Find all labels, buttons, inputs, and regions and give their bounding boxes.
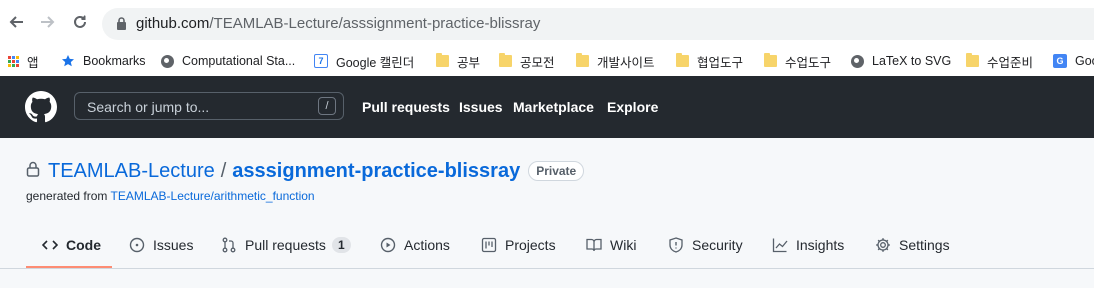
address-bar[interactable]: github.com/TEAMLAB-Lecture/asssignment-p… [102, 8, 1094, 40]
tab-security[interactable]: Security [668, 222, 743, 268]
repo-title: TEAMLAB-Lecture / asssignment-practice-b… [26, 158, 585, 184]
forward-arrow-icon [41, 16, 55, 28]
bookmark-computational-sta[interactable]: Computational Sta... [161, 46, 295, 76]
folder-icon [764, 53, 777, 67]
url-text: github.com/TEAMLAB-Lecture/asssignment-p… [136, 15, 541, 32]
search-input[interactable]: Search or jump to... / [74, 92, 344, 120]
tab-actions[interactable]: Actions [380, 222, 450, 268]
repo-name-link[interactable]: asssignment-practice-blissray [232, 160, 520, 183]
apps-grid-icon [8, 55, 19, 67]
folder-icon [966, 53, 979, 67]
bookmark-folder-collab-tools[interactable]: 협업도구 [676, 46, 743, 76]
repo-tabs: Code Issues Pull requests 1 Actions Proj… [0, 222, 1094, 268]
bookmark-latex-to-svg[interactable]: LaTeX to SVG [851, 46, 951, 76]
github-logo-icon[interactable] [25, 91, 57, 128]
lock-icon [26, 161, 40, 182]
bookmark-google-translate[interactable]: G Goo [1053, 46, 1094, 76]
reload-button[interactable] [69, 11, 91, 33]
code-icon [42, 237, 58, 253]
tab-projects[interactable]: Projects [481, 222, 556, 268]
issue-icon [129, 237, 145, 253]
pull-requests-count: 1 [331, 237, 351, 253]
bookmark-folder-contest[interactable]: 공모전 [499, 46, 555, 76]
tabs-divider [0, 268, 1094, 269]
tab-insights[interactable]: Insights [772, 222, 844, 268]
bookmark-google-calendar[interactable]: 7 Google 캘린더 [314, 46, 414, 76]
folder-icon [676, 53, 689, 67]
nav-explore[interactable]: Explore [607, 99, 658, 115]
nav-pull-requests[interactable]: Pull requests [362, 99, 450, 115]
reload-icon [74, 15, 86, 28]
bookmark-folder-class-tools[interactable]: 수업도구 [764, 46, 831, 76]
visibility-badge: Private [528, 161, 585, 181]
folder-icon [576, 53, 589, 67]
tab-code[interactable]: Code [42, 222, 101, 268]
tab-pull-requests[interactable]: Pull requests 1 [221, 222, 351, 268]
star-icon [61, 54, 75, 68]
gear-icon [875, 237, 891, 253]
folder-icon [436, 53, 449, 67]
graph-icon [772, 237, 788, 253]
pull-request-icon [221, 237, 237, 253]
calendar-icon: 7 [314, 54, 328, 68]
shield-icon [668, 237, 684, 253]
tab-issues[interactable]: Issues [129, 222, 193, 268]
github-header: Search or jump to... / Pull requests Iss… [0, 76, 1094, 138]
book-icon [586, 237, 602, 253]
template-repo-link[interactable]: TEAMLAB-Lecture/arithmetic_function [111, 189, 315, 203]
repo-header: TEAMLAB-Lecture / asssignment-practice-b… [0, 138, 1094, 288]
nav-marketplace[interactable]: Marketplace [513, 99, 594, 115]
back-arrow-icon [9, 16, 23, 28]
back-button[interactable] [5, 11, 27, 33]
bookmark-folder-study[interactable]: 공부 [436, 46, 480, 76]
project-icon [481, 237, 497, 253]
nav-issues[interactable]: Issues [459, 99, 503, 115]
slash-shortcut-badge: / [318, 97, 336, 115]
folder-icon [499, 53, 512, 67]
bookmark-folder-dev-sites[interactable]: 개발사이트 [576, 46, 655, 76]
bookmarks-bar: 앱 Bookmarks Computational Sta... 7 Googl… [0, 46, 1094, 76]
globe-icon [161, 54, 174, 68]
tab-settings[interactable]: Settings [875, 222, 950, 268]
google-translate-icon: G [1053, 54, 1067, 68]
bookmark-apps[interactable]: 앱 [8, 46, 39, 76]
repo-separator: / [220, 159, 227, 182]
repo-owner-link[interactable]: TEAMLAB-Lecture [48, 160, 215, 183]
globe-icon [851, 54, 864, 68]
forward-button[interactable] [37, 11, 59, 33]
bookmark-bookmarks[interactable]: Bookmarks [61, 46, 146, 76]
lock-icon [116, 17, 127, 35]
generated-from: generated from TEAMLAB-Lecture/arithmeti… [26, 189, 315, 203]
search-placeholder: Search or jump to... [87, 99, 210, 115]
browser-toolbar: github.com/TEAMLAB-Lecture/asssignment-p… [0, 0, 1094, 46]
bookmark-folder-class-prep[interactable]: 수업준비 [966, 46, 1033, 76]
play-icon [380, 237, 396, 253]
tab-wiki[interactable]: Wiki [586, 222, 636, 268]
